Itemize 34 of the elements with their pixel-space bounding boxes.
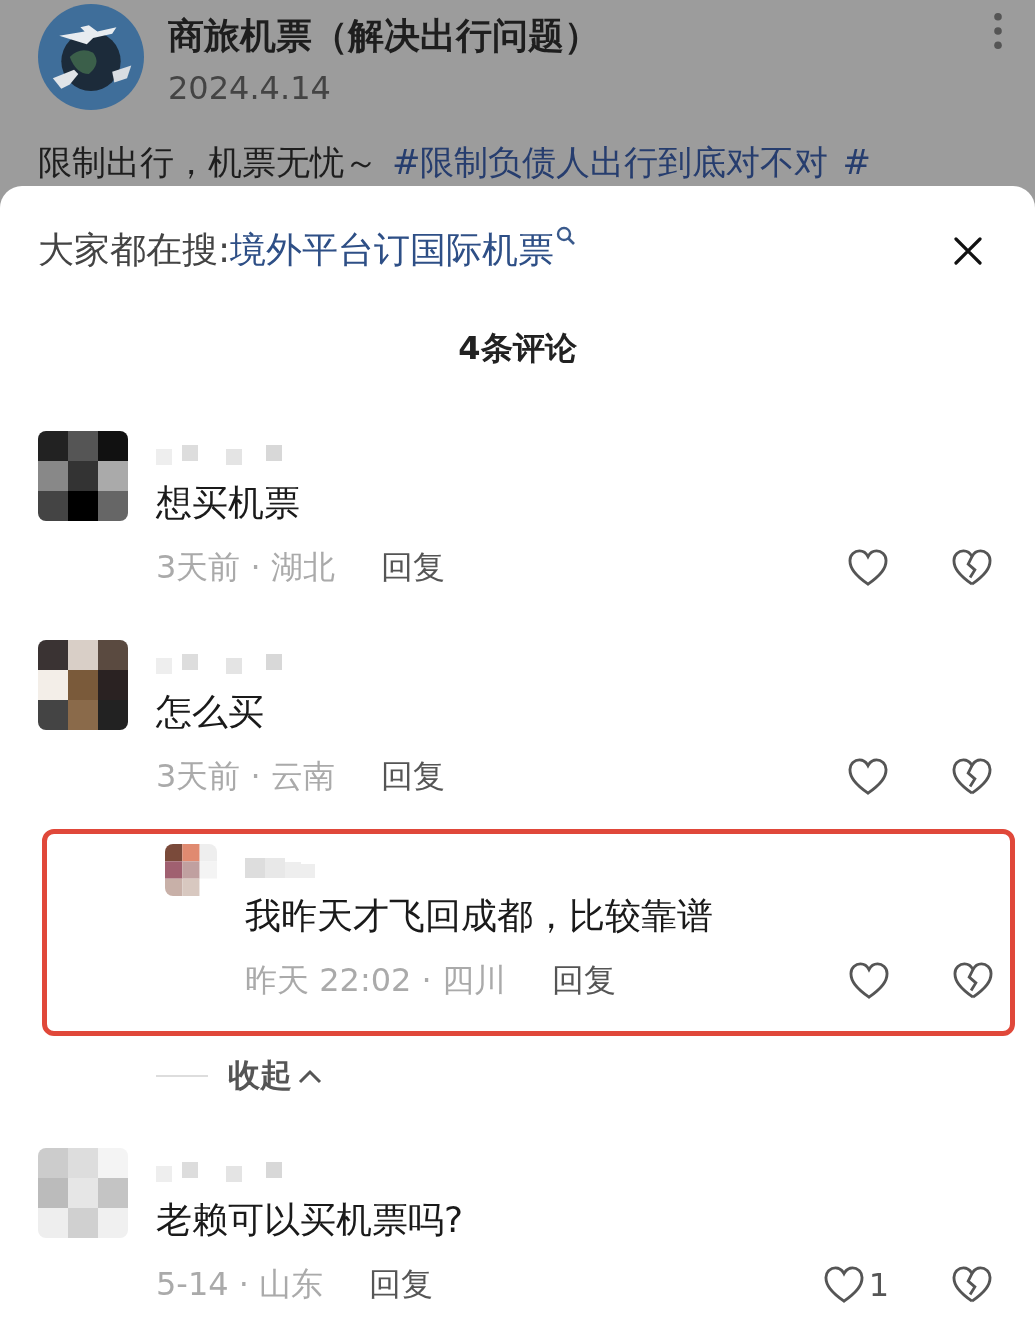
broken-heart-icon[interactable] (951, 549, 993, 587)
hashtag-link[interactable]: # (842, 142, 871, 182)
close-icon[interactable] (953, 235, 983, 266)
broken-heart-icon[interactable] (951, 758, 993, 796)
heart-icon[interactable] (848, 962, 890, 1000)
comment-text: 我昨天才飞回成都，比较靠谱 (245, 894, 714, 938)
heart-icon[interactable] (847, 758, 889, 796)
comment-meta: 3天前 · 湖北 (156, 547, 335, 588)
comment-text: 老赖可以买机票吗? (156, 1198, 465, 1242)
comment-meta: 5-14 · 山东 (156, 1264, 324, 1305)
reply-button[interactable]: 回复 (380, 755, 445, 799)
caret-icon (298, 1068, 322, 1084)
search-icon (556, 226, 577, 246)
post-date: 2024.4.14 (168, 69, 332, 107)
comment-count: 4条评论 (457, 328, 578, 369)
heart-icon[interactable] (822, 1266, 865, 1304)
reply-button[interactable]: 回复 (369, 1263, 434, 1307)
comment-text: 怎么买 (156, 690, 265, 734)
broken-heart-icon[interactable] (952, 962, 994, 1000)
comment-meta: 3天前 · 云南 (156, 756, 335, 797)
more-icon[interactable] (993, 12, 1003, 50)
reply-button[interactable]: 回复 (380, 546, 445, 590)
hashtag-link[interactable]: #限制负债人出行到底对不对 (392, 142, 829, 182)
suggest-link[interactable]: 境外平台订国际机票 (230, 226, 555, 275)
heart-icon[interactable] (847, 549, 889, 587)
reply-button[interactable]: 回复 (551, 959, 616, 1003)
broken-heart-icon[interactable] (951, 1266, 993, 1304)
comment-meta: 昨天 22:02 · 四川 (245, 960, 506, 1001)
comment-text: 想买机票 (156, 481, 301, 525)
collapse-button[interactable]: 收起 (228, 1054, 322, 1098)
like-count: 1 (868, 1266, 889, 1304)
post-text: 限制出行，机票无忧～ (38, 142, 378, 182)
suggest-label: 大家都在搜: (38, 228, 231, 272)
post-title: 商旅机票（解决出行问题） (168, 14, 601, 58)
